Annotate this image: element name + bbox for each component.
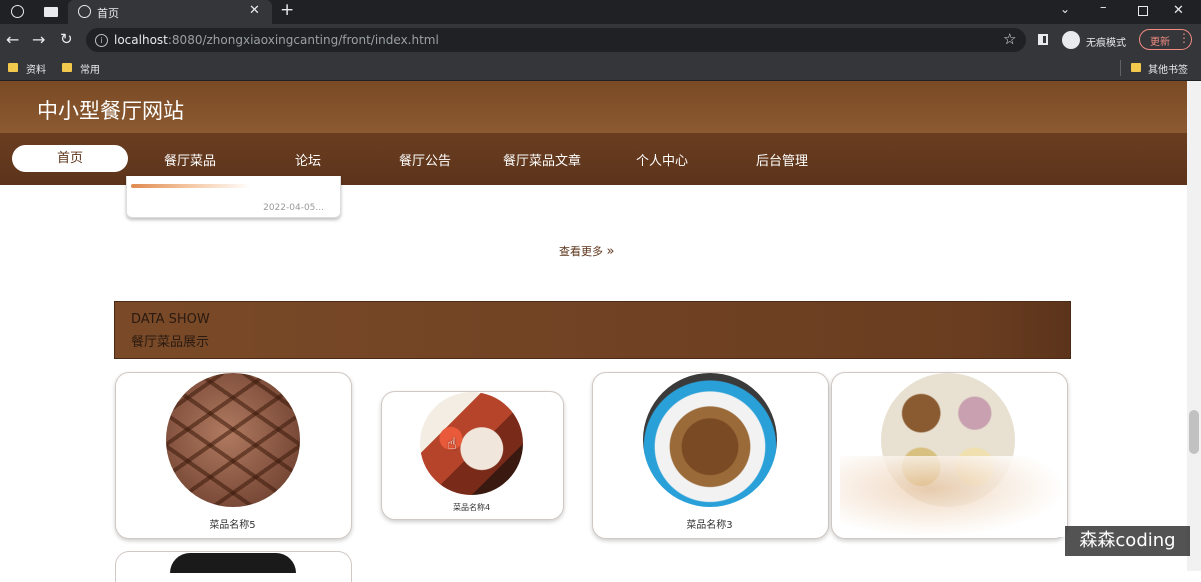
menu-dots-icon: ⋮ (1178, 31, 1190, 45)
url-text[interactable]: localhost:8080/zhongxiaoxingcanting/fron… (114, 33, 439, 47)
mouse-cursor-icon: ☝ (447, 434, 457, 453)
reload-icon[interactable]: ↻ (60, 30, 73, 48)
bookmark-item[interactable]: 资料 (26, 61, 46, 76)
site-title: 中小型餐厅网站 (37, 99, 184, 123)
double-chevron-icon: » (606, 244, 615, 259)
nav-item-admin[interactable]: 后台管理 (742, 150, 822, 169)
news-image (131, 184, 251, 188)
scrollbar-thumb[interactable] (1189, 410, 1199, 454)
incognito-icon[interactable] (1062, 31, 1080, 49)
restore-icon[interactable] (1138, 6, 1148, 16)
dish-name: 菜品名称5 (209, 520, 256, 531)
nav-item-home[interactable]: 首页 (12, 145, 128, 172)
nav-item-forum[interactable]: 论坛 (268, 150, 348, 169)
nav-item-dishes[interactable]: 餐厅菜品 (150, 150, 230, 169)
minimize-icon[interactable]: – (1100, 0, 1107, 15)
new-tab-icon[interactable]: + (280, 0, 294, 20)
url-host: localhost (114, 33, 168, 47)
bookmark-divider (1120, 60, 1121, 76)
blur-overlay (840, 456, 1066, 537)
dish-image (420, 392, 523, 495)
news-date: 2022-04-05... (263, 203, 324, 213)
update-button[interactable]: 更新 ⋮ (1139, 29, 1192, 50)
tab-favicon-icon (78, 5, 91, 18)
folder-icon (62, 63, 72, 72)
tab-list-icon[interactable]: ⌄ (1060, 2, 1070, 16)
back-icon[interactable]: ← (6, 30, 19, 49)
page-scrollbar[interactable] (1187, 81, 1201, 571)
info-icon[interactable]: i (95, 34, 108, 47)
folder-icon (1131, 63, 1141, 72)
news-card[interactable]: 2022-04-05... (126, 176, 341, 218)
nav-item-articles[interactable]: 餐厅菜品文章 (492, 150, 592, 169)
nav-item-notices[interactable]: 餐厅公告 (385, 150, 465, 169)
view-more-link[interactable]: 查看更多 » (559, 243, 614, 259)
side-panel-icon[interactable] (1038, 34, 1048, 45)
dish-name: 菜品名称3 (686, 520, 733, 531)
globe-icon[interactable] (11, 5, 24, 18)
folder-icon (8, 63, 18, 72)
update-label: 更新 (1150, 37, 1170, 48)
other-bookmarks[interactable]: 其他书签 (1148, 61, 1188, 76)
watermark: 森森coding (1065, 526, 1190, 556)
bookmarks-bar (0, 56, 1201, 81)
nav-item-profile[interactable]: 个人中心 (622, 150, 702, 169)
section-subtitle-en: DATA SHOW (131, 312, 210, 327)
url-path: :8080/zhongxiaoxingcanting/front/index.h… (167, 33, 439, 47)
bookmark-item[interactable]: 常用 (80, 61, 100, 76)
bookmark-star-icon[interactable]: ☆ (1003, 30, 1016, 48)
section-title: 餐厅菜品展示 (131, 335, 210, 350)
incognito-label: 无痕模式 (1086, 38, 1126, 49)
dish-name: 菜品名称4 (452, 503, 491, 512)
close-tab-icon[interactable]: ✕ (249, 3, 260, 18)
tab-title: 首页 (97, 7, 119, 20)
dish-image (170, 553, 296, 573)
forward-icon[interactable]: → (32, 30, 45, 49)
tab-search-icon[interactable] (44, 7, 58, 17)
dish-image (166, 373, 300, 507)
view-more-label: 查看更多 (559, 245, 603, 258)
section-banner (114, 301, 1071, 359)
dish-image (643, 373, 777, 507)
close-window-icon[interactable]: ✕ (1173, 3, 1184, 18)
